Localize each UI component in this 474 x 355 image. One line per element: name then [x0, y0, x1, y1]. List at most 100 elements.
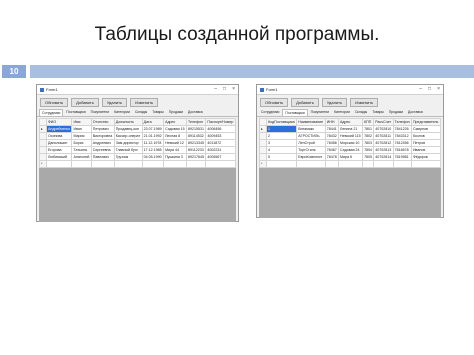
- column-header[interactable]: Отчество: [90, 118, 115, 126]
- table-cell[interactable]: 3: [265, 139, 298, 147]
- column-header[interactable]: Паспорт/Номер: [205, 118, 236, 126]
- column-header[interactable]: Адрес: [337, 118, 364, 126]
- close-button[interactable]: ×: [437, 86, 440, 92]
- table-row[interactable]: *: [259, 160, 441, 168]
- table-cell[interactable]: Любимский: [45, 153, 73, 161]
- tab-7[interactable]: Доставка: [186, 109, 205, 115]
- table-cell[interactable]: Петров: [410, 139, 441, 147]
- table-cell[interactable]: Сергеевна: [90, 146, 115, 154]
- table-cell[interactable]: Фёдоров: [410, 153, 441, 161]
- table-cell[interactable]: Андрейченко: [45, 125, 73, 133]
- table-cell[interactable]: Ленина 21: [337, 125, 364, 133]
- table-cell[interactable]: 7816678: [392, 146, 412, 154]
- table-cell[interactable]: Главный бухг: [113, 146, 143, 154]
- table-cell[interactable]: Невский 12: [163, 139, 188, 147]
- table-cell[interactable]: Татьяна: [71, 146, 92, 154]
- table-cell[interactable]: Мира 6: [337, 153, 364, 161]
- tab-1[interactable]: Поставщики: [282, 109, 308, 116]
- refresh-button[interactable]: Обновить: [260, 98, 289, 107]
- tab-2[interactable]: Покупатели: [89, 109, 111, 115]
- table-cell[interactable]: [113, 160, 143, 168]
- table-cell[interactable]: АГРОСТИЛЬ: [296, 132, 326, 140]
- close-button[interactable]: ×: [232, 86, 235, 92]
- table-cell[interactable]: [410, 160, 441, 168]
- table-cell[interactable]: Грузчик: [113, 153, 143, 161]
- table-cell[interactable]: [163, 160, 188, 168]
- table-row[interactable]: Данилишин Борис Андреевич Зам директор 11.12…: [39, 139, 236, 147]
- row-header[interactable]: [39, 132, 47, 140]
- table-cell[interactable]: Иванов: [410, 146, 441, 154]
- table-cell[interactable]: 89215531: [186, 125, 207, 133]
- table-cell[interactable]: 21.01.1992: [141, 132, 165, 140]
- minimize-button[interactable]: –: [419, 86, 422, 92]
- table-cell[interactable]: 78441: [324, 125, 340, 133]
- table-row[interactable]: 4 ТоргСтиль 78467 Садовая 24 7804 40702813 781…: [259, 146, 441, 154]
- table-cell[interactable]: Кассир-операт: [113, 132, 143, 140]
- column-header[interactable]: Адрес: [163, 118, 188, 126]
- table-cell[interactable]: Анатолий: [71, 153, 92, 161]
- table-cell[interactable]: Борис: [71, 139, 92, 147]
- tab-4[interactable]: Склады: [133, 109, 149, 115]
- column-header[interactable]: Телефон: [392, 118, 412, 126]
- table-row[interactable]: 2 АГРОСТИЛЬ 78432 Невский 115 7802 40702811 78…: [259, 132, 441, 140]
- table-cell[interactable]: 04.05.1990: [141, 153, 165, 161]
- tab-2[interactable]: Покупатели: [309, 109, 331, 115]
- table-cell[interactable]: Садовая 24: [337, 146, 364, 154]
- column-header[interactable]: ИНН: [324, 118, 340, 126]
- table-cell[interactable]: [205, 160, 236, 168]
- table-cell[interactable]: [362, 160, 375, 168]
- tab-3[interactable]: Категории: [332, 109, 352, 115]
- table-cell[interactable]: Осипова: [45, 132, 73, 140]
- row-header-corner[interactable]: [259, 118, 267, 126]
- table-cell[interactable]: 78432: [324, 132, 340, 140]
- tab-6[interactable]: Продажи: [387, 109, 405, 115]
- table-cell[interactable]: ЕвроКомплект: [296, 153, 326, 161]
- table-cell[interactable]: 2: [265, 132, 298, 140]
- maximize-button[interactable]: □: [223, 86, 226, 92]
- table-row[interactable]: ▸ 1 Витамакс 78441 Ленина 21 7801 40702810 7841…: [259, 125, 441, 133]
- table-cell[interactable]: [90, 160, 115, 168]
- tab-5[interactable]: Товары: [370, 109, 386, 115]
- table-cell[interactable]: Продавец-кон: [113, 125, 143, 133]
- table-row[interactable]: ▸ Андрейченко Иван Петрович Продавец-кон 23.0…: [39, 125, 236, 133]
- table-row[interactable]: Егорова Татьяна Сергеевна Главный бухг 17.12…: [39, 146, 236, 154]
- table-cell[interactable]: [392, 160, 412, 168]
- column-header[interactable]: Должность: [113, 118, 143, 126]
- add-button[interactable]: Добавить: [71, 98, 99, 107]
- table-cell[interactable]: [265, 160, 298, 168]
- table-cell[interactable]: 1: [265, 125, 298, 133]
- table-cell[interactable]: 23.07.1989: [141, 125, 165, 133]
- table-cell[interactable]: Мира 44: [163, 146, 188, 154]
- tab-3[interactable]: Категории: [112, 109, 132, 115]
- row-header[interactable]: ▸: [39, 125, 47, 133]
- table-cell[interactable]: Невский 115: [337, 132, 364, 140]
- tab-1[interactable]: Поставщики: [64, 109, 87, 115]
- table-cell[interactable]: Садовая 15: [163, 125, 188, 133]
- table-row[interactable]: 3 ЛенСтрой 78456 Морская 10 7803 40702812 7812…: [259, 139, 441, 147]
- table-cell[interactable]: 40702810: [373, 125, 394, 133]
- table-cell[interactable]: [373, 160, 394, 168]
- table-cell[interactable]: 40702811: [373, 132, 394, 140]
- table-cell[interactable]: 7805: [362, 153, 375, 161]
- table-cell[interactable]: 78456: [324, 139, 340, 147]
- table-cell[interactable]: 7802: [362, 132, 375, 140]
- maximize-button[interactable]: □: [428, 86, 431, 92]
- table-cell[interactable]: 4002231: [205, 146, 236, 154]
- row-header[interactable]: [39, 153, 47, 161]
- refresh-button[interactable]: Обновить: [40, 98, 69, 107]
- row-header[interactable]: [39, 146, 47, 154]
- row-header[interactable]: *: [259, 160, 267, 168]
- column-header[interactable]: Наименование: [296, 118, 326, 126]
- table-cell[interactable]: [337, 160, 364, 168]
- table-cell[interactable]: 4011872: [205, 139, 236, 147]
- table-cell[interactable]: 7812456: [392, 139, 412, 147]
- table-cell[interactable]: Витамакс: [296, 125, 326, 133]
- table-cell[interactable]: 89217645: [186, 153, 207, 161]
- table-cell[interactable]: Пушкина 3: [163, 153, 188, 161]
- edit-button[interactable]: Изменить: [350, 98, 379, 107]
- table-cell[interactable]: [71, 160, 92, 168]
- column-header[interactable]: ФИО: [45, 118, 73, 126]
- table-cell[interactable]: [324, 160, 340, 168]
- table-cell[interactable]: 4009453: [205, 132, 236, 140]
- column-header[interactable]: КПП: [362, 118, 375, 126]
